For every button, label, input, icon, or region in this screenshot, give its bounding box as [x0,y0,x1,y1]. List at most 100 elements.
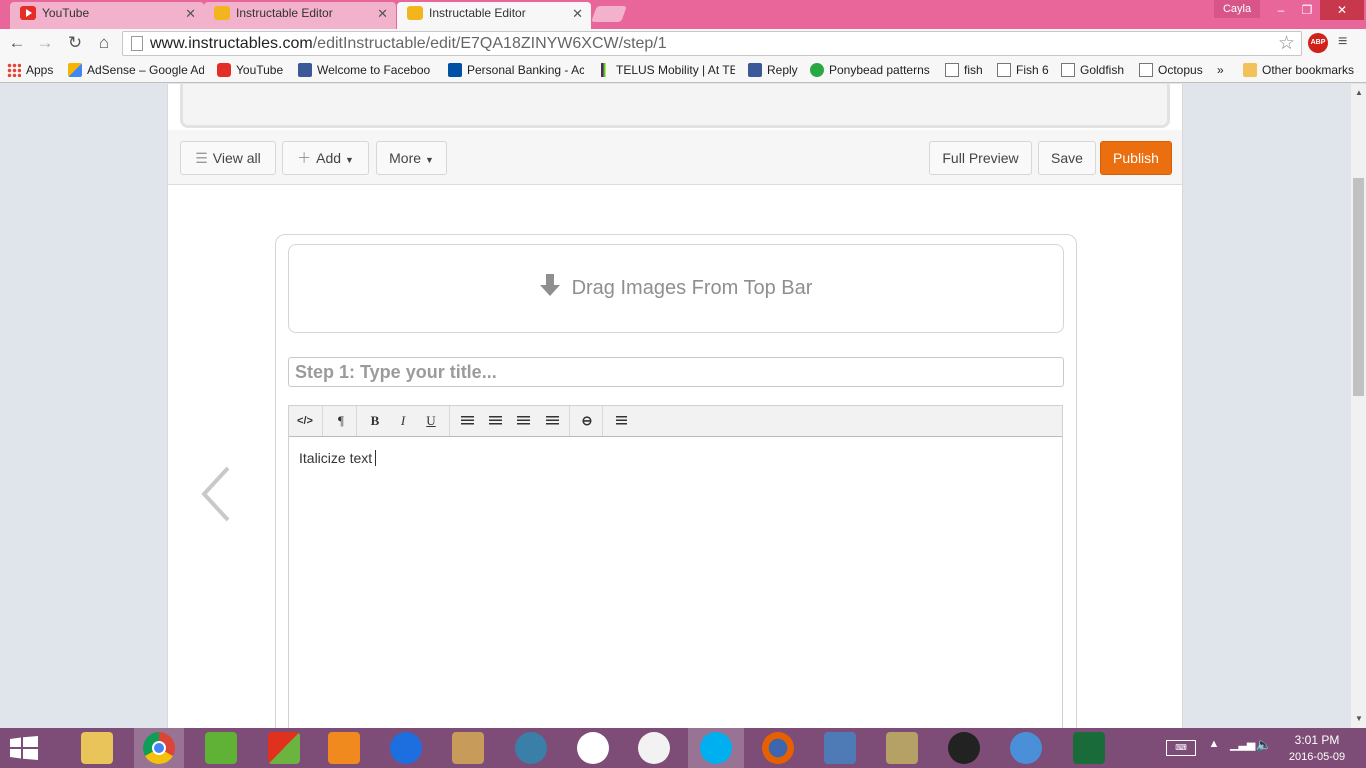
more-button[interactable]: More ▼ [376,141,447,175]
publish-button[interactable]: Publish [1100,141,1172,175]
view-all-button[interactable]: ☰ View all [180,141,276,175]
arrow-down-icon [539,274,560,298]
address-bar[interactable]: www.instructables.com/editInstructable/e… [122,31,1302,56]
numbered-list-icon[interactable] [481,406,509,436]
underline-button[interactable]: U [417,406,445,436]
bookmark-telus[interactable]: TELUS Mobility | At TE [597,62,735,78]
bookmark-youtube[interactable]: YouTube [217,62,283,78]
solitaire-icon[interactable] [1073,732,1105,764]
tab-instructable-editor[interactable]: Instructable Editor ✕ [204,2,396,29]
bold-button[interactable]: B [361,406,389,436]
bookmark-ponybead[interactable]: Ponybead patterns [810,62,930,78]
window-close-icon[interactable]: ✕ [1320,0,1364,20]
scrollbar-thumb[interactable] [1353,178,1364,396]
forward-icon[interactable]: → [35,33,55,53]
profile-button[interactable]: Cayla [1214,0,1260,18]
paint-app-icon[interactable] [268,732,300,764]
url-host: www.instructables.com [150,35,313,52]
bookmark-label: Reply [767,63,798,77]
page-scrollbar[interactable]: ▲ ▼ [1350,84,1366,728]
tab-title: Instructable Editor [429,6,526,20]
video-app-icon[interactable] [515,732,547,764]
bookmark-label: Ponybead patterns [829,63,930,77]
media-player-icon[interactable] [328,732,360,764]
tab-youtube[interactable]: YouTube ✕ [10,2,204,29]
clock-time[interactable]: 3:01 PM [1282,733,1352,747]
page-icon [945,63,959,77]
bookmark-goldfish[interactable]: Goldfish [1061,62,1124,78]
full-preview-button[interactable]: Full Preview [929,141,1032,175]
clock-date[interactable]: 2016-05-09 [1282,751,1352,763]
bookmark-reply[interactable]: Reply [748,62,798,78]
adblock-plus-icon[interactable]: ABP [1308,33,1328,53]
image-drop-zone[interactable]: Drag Images From Top Bar [288,244,1064,333]
close-icon[interactable]: ✕ [377,2,388,25]
bookmark-label: Octopus [1158,63,1203,77]
paragraph-format-button[interactable]: ¶ [327,406,355,436]
tab-title: YouTube [42,6,90,20]
bookmark-fish-6[interactable]: Fish 6 [997,62,1049,78]
bookmark-facebook[interactable]: Welcome to Faceboo [298,62,434,78]
scroll-up-icon[interactable]: ▲ [1355,88,1363,97]
alignment-icon[interactable] [607,406,635,436]
malwarebytes-icon[interactable] [390,732,422,764]
other-bookmarks[interactable]: Other bookmarks [1243,62,1354,78]
keyboard-icon[interactable]: ⌨ [1166,740,1196,756]
add-label: Add [316,150,342,166]
home-icon[interactable]: ⌂ [94,33,114,53]
volume-icon[interactable]: 🔈 [1255,737,1273,753]
file-explorer-icon[interactable] [81,732,113,764]
windows-start-icon[interactable] [10,736,38,760]
game-app-icon[interactable] [886,732,918,764]
rich-text-toolbar: </> ¶ B I U ⊖ [288,405,1063,437]
camera-app-icon[interactable] [577,732,609,764]
save-button[interactable]: Save [1038,141,1096,175]
reload-icon[interactable]: ↻ [65,33,85,53]
previous-step-arrow-icon[interactable] [198,466,238,522]
close-icon[interactable]: ✕ [185,2,196,25]
bookmark-apps[interactable]: Apps [7,62,53,78]
page-icon [997,63,1011,77]
link-icon[interactable]: ⊖ [573,406,601,436]
bookmark-personal-banking[interactable]: Personal Banking - Ac [448,62,584,78]
bookmark-label: YouTube [236,63,284,77]
firefox-icon[interactable] [762,732,794,764]
step-body-editor[interactable]: Italicize text [288,436,1063,728]
toolbar-divider [449,406,450,436]
close-icon[interactable]: ✕ [572,2,583,25]
bookmark-fish[interactable]: fish [945,62,983,78]
bookmark-label: Goldfish [1080,63,1125,77]
italic-button[interactable]: I [389,406,417,436]
tab-title: Instructable Editor [236,6,333,20]
remote-desktop-icon[interactable] [824,732,856,764]
chrome-taskbar-button[interactable] [134,728,184,768]
indent-icon[interactable] [538,406,566,436]
scroll-down-icon[interactable]: ▼ [1355,714,1363,723]
instructables-robot-icon [214,6,230,20]
html-source-button[interactable]: </> [291,406,319,436]
step-title-input[interactable]: Step 1: Type your title... [288,357,1064,387]
museum-app-icon[interactable] [452,732,484,764]
bookmark-star-icon[interactable]: ☆ [1278,32,1295,55]
bulleted-list-icon[interactable] [453,406,481,436]
maximize-icon[interactable]: ❐ [1294,0,1320,20]
instructables-robot-icon [407,6,423,20]
network-icon[interactable]: ▁▃▅ [1230,738,1255,751]
minimize-icon[interactable]: – [1268,0,1294,20]
editor-column: ☰ View all ＋ Add ▼ More ▼ Full Preview Sav… [167,84,1183,728]
back-icon[interactable]: ← [7,33,27,53]
bookmark-octopus[interactable]: Octopus [1139,62,1203,78]
add-button[interactable]: ＋ Add ▼ [282,141,369,175]
new-tab-button[interactable] [591,6,627,22]
play-app-icon[interactable] [948,732,980,764]
itunes-icon[interactable] [638,732,670,764]
show-hidden-icons[interactable]: ▲ [1207,738,1221,750]
tab-instructable-editor-active[interactable]: Instructable Editor ✕ [397,2,591,29]
bookmarks-overflow-button[interactable]: » [1217,62,1224,78]
chrome-menu-icon[interactable]: ≡ [1338,33,1347,51]
w-app-icon[interactable] [205,732,237,764]
skype-taskbar-button[interactable] [688,728,744,768]
safari-icon[interactable] [1010,732,1042,764]
bookmark-adsense[interactable]: AdSense – Google Ad [68,62,204,78]
outdent-icon[interactable] [509,406,537,436]
